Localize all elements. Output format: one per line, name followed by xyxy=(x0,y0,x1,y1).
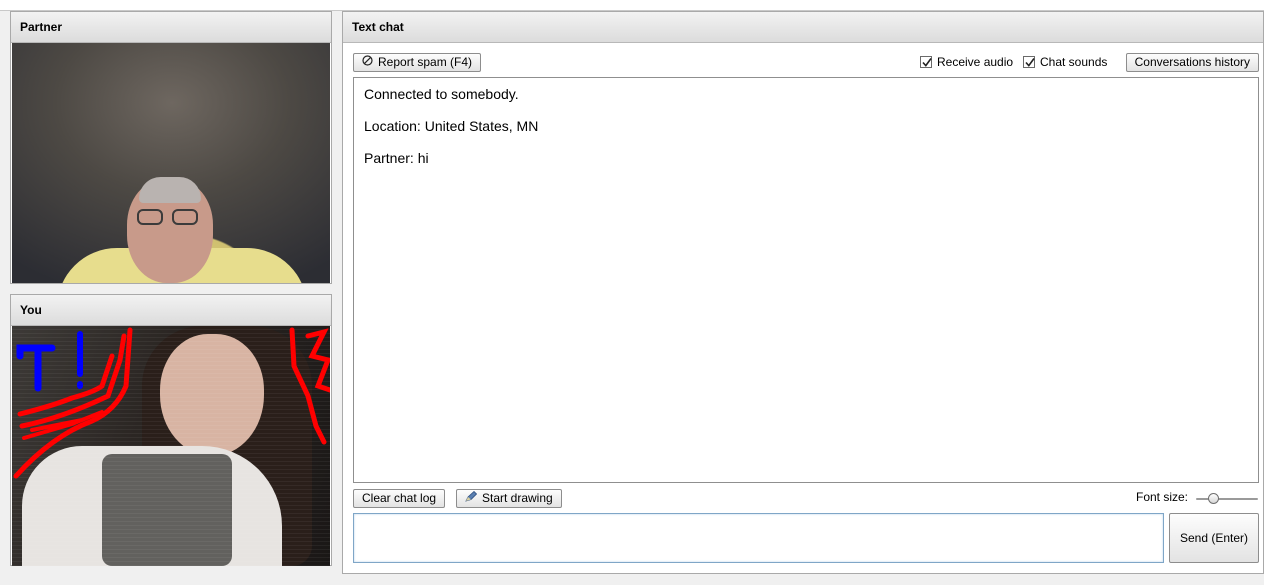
chat-log[interactable]: Connected to somebody. Location: United … xyxy=(353,77,1259,483)
you-panel: You xyxy=(10,294,332,566)
drawing-letter-t xyxy=(16,344,56,392)
partner-glasses-right xyxy=(172,209,198,225)
conversations-history-button[interactable]: Conversations history xyxy=(1125,53,1259,72)
partner-video xyxy=(12,43,330,283)
chat-sounds-label: Chat sounds xyxy=(1040,55,1108,69)
start-drawing-label: Start drawing xyxy=(482,491,553,505)
font-size-label: Font size: xyxy=(1136,490,1189,504)
receive-audio-checkbox[interactable]: Receive audio xyxy=(920,54,1013,70)
report-spam-button[interactable]: Report spam (F4) xyxy=(353,53,482,72)
drawing-overlay xyxy=(13,327,330,479)
clear-chat-log-button[interactable]: Clear chat log xyxy=(353,489,446,508)
font-size-slider[interactable] xyxy=(1194,491,1260,507)
chat-message: Location: United States, MN xyxy=(364,118,539,134)
checkbox-checked-icon xyxy=(920,56,932,68)
window-top-edge xyxy=(0,0,1264,11)
block-icon xyxy=(362,54,373,71)
slider-track xyxy=(1196,498,1258,500)
message-input[interactable] xyxy=(353,513,1164,563)
partner-panel-title: Partner xyxy=(11,12,331,43)
chat-message: Partner: hi xyxy=(364,150,429,166)
partner-glasses-left xyxy=(137,209,163,225)
receive-audio-label: Receive audio xyxy=(937,55,1014,69)
you-video xyxy=(12,326,330,566)
text-chat-panel: Text chat Report spam (F4) Receive audio… xyxy=(342,11,1264,574)
report-spam-label: Report spam (F4) xyxy=(378,55,473,69)
start-drawing-button[interactable]: Start drawing xyxy=(456,489,562,508)
slider-thumb[interactable] xyxy=(1208,493,1219,504)
pencil-icon xyxy=(465,490,478,507)
drawing-red-scribble-2 xyxy=(13,327,133,479)
checkbox-checked-icon xyxy=(1023,56,1035,68)
chat-message: Connected to somebody. xyxy=(364,86,519,102)
drawing-red-scribble-right xyxy=(289,327,330,445)
partner-panel: Partner xyxy=(10,11,332,284)
send-button[interactable]: Send (Enter) xyxy=(1169,513,1259,563)
partner-hair xyxy=(139,177,201,203)
text-chat-title: Text chat xyxy=(343,12,1263,43)
you-panel-title: You xyxy=(11,295,331,326)
chat-sounds-checkbox[interactable]: Chat sounds xyxy=(1023,54,1107,70)
